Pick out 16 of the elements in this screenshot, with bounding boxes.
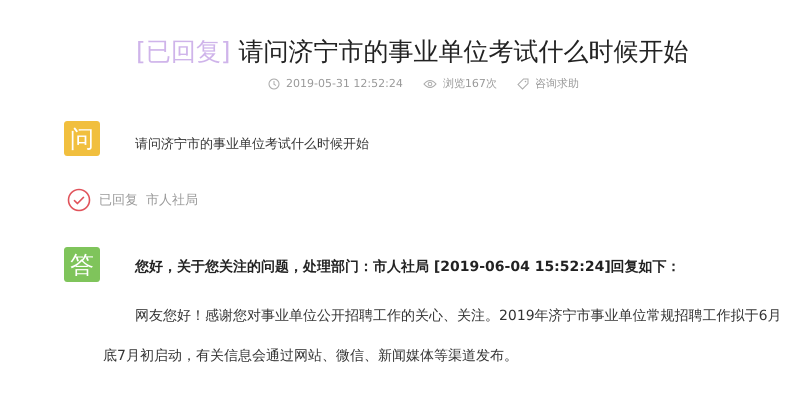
answer-heading: 您好，关于您关注的问题，处理部门：市人社局 [2019-06-04 15:52:24]回复如下： [135,258,681,276]
answer-text: 网友您好！感谢您对事业单位公开招聘工作的关心、关注。2019年济宁市事业单位常规招聘工作拟于6月底7月初启动，有关信息会通过网站、微信、新闻媒体等渠道发布。 [103,307,783,366]
eye-icon [422,78,437,88]
question-title: 请问济宁市的事业单位考试什么时候开始 [238,36,689,68]
answer-badge: 答 [64,247,100,282]
question-text: 请问济宁市的事业单位考试什么时候开始 [135,136,369,152]
question-badge: 问 [64,121,100,156]
meta-text: 咨询求助 [534,76,579,91]
status-label: [已回复] [136,36,231,68]
department-name: 市人社局 [146,192,198,209]
meta-text: 浏览167次 [442,76,497,91]
check-circle-icon [67,188,91,212]
meta-text: 2019-05-31 12:52:24 [286,77,403,90]
clock-icon [268,78,280,90]
reply-status: 已回复 [99,192,138,209]
tag-icon [516,78,529,90]
